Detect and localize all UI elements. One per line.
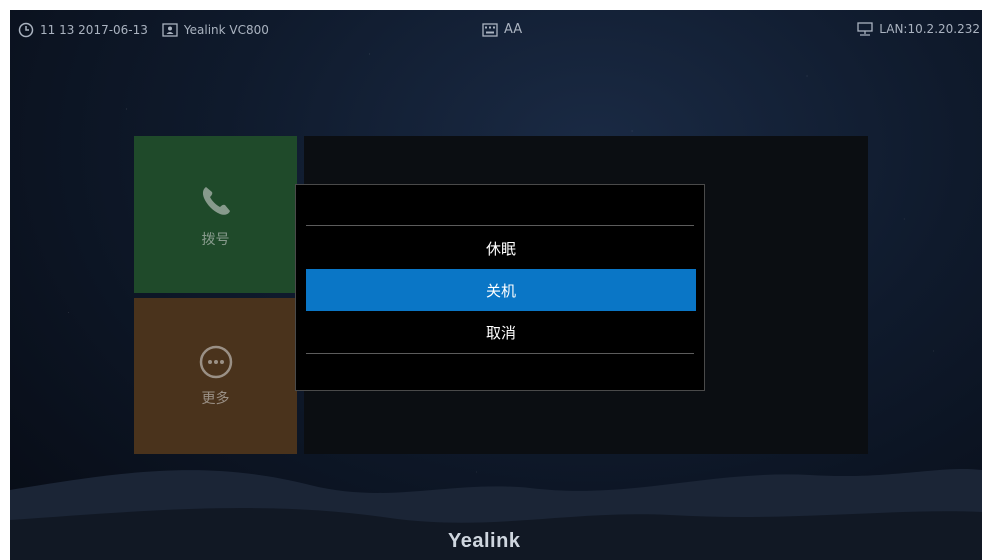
status-time: 11 13 2017-06-13	[40, 23, 148, 37]
device-icon	[162, 23, 178, 37]
more-tile-label: 更多	[201, 391, 230, 407]
shutdown-option-label: 关机	[485, 281, 516, 300]
shutdown-option[interactable]: 关机	[306, 269, 696, 311]
cancel-option-label: 取消	[485, 323, 516, 342]
power-dialog: 休眠 关机 取消	[295, 184, 705, 391]
status-right: LAN:10.2.20.232	[857, 22, 980, 36]
status-lan: LAN:10.2.20.232	[879, 22, 980, 36]
dial-tile[interactable]: 拨号	[134, 136, 297, 293]
phone-icon	[196, 181, 236, 221]
font-size-icon: AA	[504, 22, 523, 37]
sleep-option[interactable]: 休眠	[306, 227, 696, 269]
status-left: 11 13 2017-06-13 Yealink VC800	[18, 22, 269, 38]
sleep-option-label: 休眠	[485, 239, 516, 258]
network-icon	[857, 22, 873, 36]
cancel-option[interactable]: 取消	[306, 311, 696, 353]
more-icon	[198, 344, 234, 380]
status-bar: 11 13 2017-06-13 Yealink VC800 AA LAN:10…	[10, 10, 982, 52]
more-tile[interactable]: 更多	[134, 298, 297, 454]
keyboard-icon	[482, 22, 498, 37]
screen: 11 13 2017-06-13 Yealink VC800 AA LAN:10…	[10, 10, 982, 560]
brand-logo: Yealink	[448, 530, 521, 552]
dialog-divider-top	[306, 225, 694, 226]
status-center: AA	[482, 22, 522, 37]
clock-icon	[18, 22, 34, 38]
status-device-name: Yealink VC800	[183, 23, 269, 37]
dial-tile-label: 拨号	[201, 231, 230, 248]
dialog-divider-bottom	[306, 353, 694, 354]
